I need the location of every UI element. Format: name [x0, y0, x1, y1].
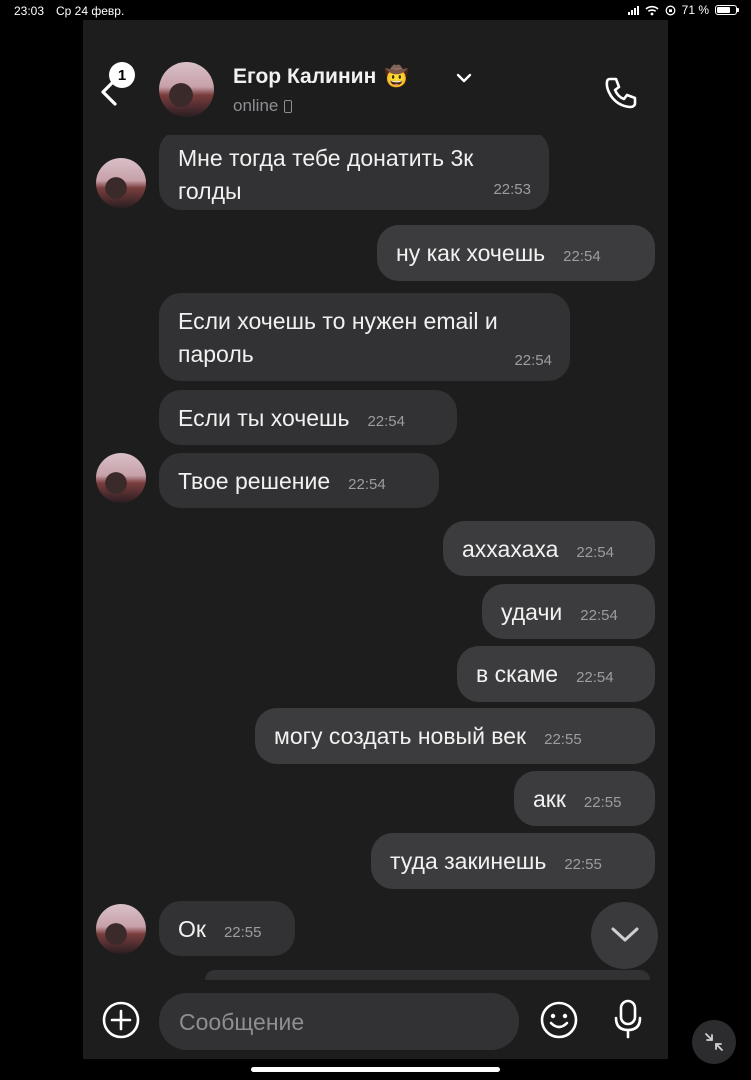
presence-text: online [233, 96, 279, 115]
home-indicator [251, 1067, 500, 1072]
contact-avatar[interactable] [159, 62, 214, 117]
message-text: туда закинешь [390, 848, 547, 874]
message-input[interactable]: Сообщение [159, 993, 519, 1050]
microphone-icon[interactable] [611, 998, 645, 1040]
contact-name[interactable]: Егор Калинин 🤠 [233, 64, 409, 89]
presence-status: online [233, 96, 293, 116]
outgoing-message[interactable]: туда закинешь 22:55 [371, 833, 655, 889]
message-text: ну как хочешь [396, 240, 546, 266]
message-text: Твое решение [178, 468, 331, 494]
rotation-lock-icon [665, 5, 676, 15]
message-text: аххахаха [462, 536, 559, 562]
incoming-message[interactable]: Если ты хочешь 22:54 [159, 390, 457, 445]
smile-icon[interactable] [539, 1000, 579, 1040]
outgoing-message[interactable]: могу создать новый век 22:55 [255, 708, 655, 764]
status-icons: 71 % [627, 3, 739, 17]
status-date: Ср 24 февр. [56, 4, 125, 18]
status-time: 23:03 [14, 4, 45, 18]
outgoing-message[interactable]: в скаме 22:54 [457, 646, 655, 702]
cellular-signal-icon [627, 5, 639, 15]
outgoing-message[interactable]: аххахаха 22:54 [443, 521, 655, 576]
message-text: Если хочешь то нужен email и пароль [178, 308, 498, 367]
outgoing-message[interactable]: акк 22:55 [514, 771, 655, 826]
status-bar: 23:03 Ср 24 февр. 71 % [0, 0, 751, 20]
chat-header: 1 Егор Калинин 🤠 online [83, 20, 668, 135]
mobile-device-icon [284, 99, 293, 113]
message-list[interactable]: Мне тогда тебе донатить 3к голды 22:53 ну … [83, 20, 668, 1059]
battery-icon [715, 5, 739, 15]
composer: Сообщение [83, 980, 668, 1059]
message-time: 22:54 [563, 248, 601, 265]
message-time: 22:54 [514, 352, 552, 369]
sender-avatar[interactable] [96, 158, 146, 208]
incoming-message[interactable]: Ок 22:55 [159, 901, 295, 956]
contact-name-text: Егор Калинин [233, 64, 377, 88]
message-time: 22:55 [564, 856, 602, 873]
message-text: Ок [178, 916, 206, 942]
message-time: 22:55 [544, 731, 582, 748]
battery-percent: 71 % [681, 3, 709, 17]
message-text: акк [533, 786, 566, 812]
chevron-down-icon [611, 927, 639, 942]
message-time: 22:55 [223, 924, 262, 941]
scroll-down-button[interactable] [591, 902, 658, 969]
cowboy-emoji: 🤠 [384, 66, 410, 88]
sender-avatar[interactable] [96, 453, 146, 503]
message-text: удачи [501, 599, 563, 625]
message-time: 22:54 [348, 476, 386, 493]
plus-circle-icon[interactable] [102, 1001, 140, 1039]
message-text: в скаме [476, 661, 559, 687]
incoming-message[interactable]: Если хочешь то нужен email и пароль 22:54 [159, 293, 570, 381]
wifi-icon [645, 5, 659, 15]
collapse-window-button[interactable] [692, 1020, 736, 1064]
message-time: 22:55 [583, 794, 622, 811]
outgoing-message[interactable]: ну как хочешь 22:54 [377, 225, 655, 281]
message-text: Мне тогда тебе донатить 3к голды [178, 145, 474, 204]
incoming-message[interactable]: Мне тогда тебе донатить 3к голды 22:53 [159, 130, 549, 210]
collapse-arrows-icon [705, 1033, 723, 1051]
sender-avatar[interactable] [96, 904, 146, 954]
phone-icon[interactable] [601, 72, 641, 112]
message-time: 22:54 [576, 544, 614, 561]
chat-window: Мне тогда тебе донатить 3к голды 22:53 ну … [83, 20, 668, 1059]
message-time: 22:53 [493, 181, 531, 198]
outgoing-message[interactable]: удачи 22:54 [482, 584, 655, 639]
message-time: 22:54 [576, 669, 614, 686]
message-time: 22:54 [580, 607, 618, 624]
message-text: Если ты хочешь [178, 405, 350, 431]
message-text: могу создать новый век [274, 723, 527, 749]
battery-level [717, 7, 730, 13]
incoming-message[interactable]: Твое решение 22:54 [159, 453, 439, 508]
message-time: 22:54 [367, 413, 405, 430]
message-placeholder: Сообщение [179, 1009, 305, 1035]
chevron-down-icon[interactable] [456, 72, 472, 84]
unread-badge: 1 [109, 62, 135, 88]
